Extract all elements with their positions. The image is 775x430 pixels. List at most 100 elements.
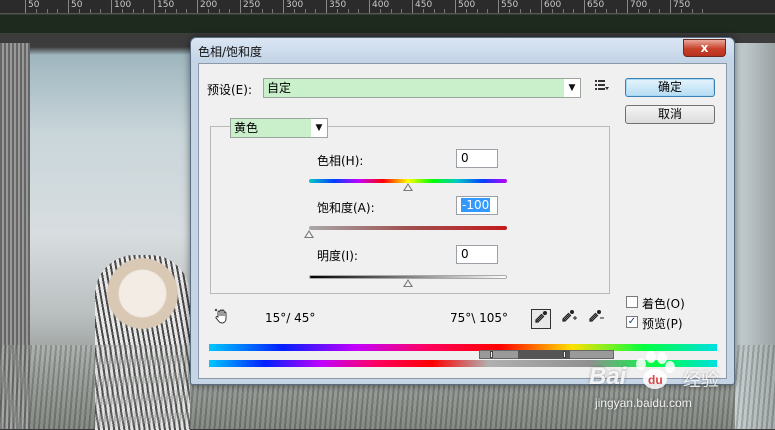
preview-checkbox[interactable]: ✓	[626, 316, 638, 328]
ruler-minor-tick	[487, 9, 488, 13]
hue-value: 0	[461, 151, 469, 165]
ruler-minor-tick	[57, 9, 58, 13]
range-handle-right-inner[interactable]	[563, 351, 566, 358]
lightness-slider-thumb[interactable]	[403, 279, 413, 287]
ruler-minor-tick	[122, 9, 123, 13]
ruler-minor-tick	[272, 9, 273, 13]
ruler-minor-tick	[358, 9, 359, 13]
ruler-minor-tick	[401, 9, 402, 13]
ruler-minor-tick	[208, 9, 209, 13]
ruler-minor-tick	[681, 9, 682, 13]
ruler-minor-tick	[251, 9, 252, 13]
watermark-brand-du: du	[648, 373, 663, 387]
ruler-minor-tick	[477, 9, 478, 13]
hue-slider-thumb[interactable]	[403, 183, 413, 191]
ruler-minor-tick	[466, 9, 467, 13]
eyedropper-icon[interactable]	[531, 309, 551, 329]
range-handle-left-outer[interactable]	[490, 351, 493, 358]
ruler-minor-tick	[315, 9, 316, 13]
ruler-minor-tick	[444, 9, 445, 13]
saturation-slider-thumb[interactable]	[304, 230, 314, 238]
saturation-label: 饱和度(A):	[317, 201, 375, 215]
ruler-minor-tick	[552, 9, 553, 13]
ruler-minor-tick	[638, 9, 639, 13]
ruler-tick-label: 50	[68, 0, 82, 13]
ruler-minor-tick	[391, 9, 392, 13]
ruler: 50 50 100 150 200 250 300 350 400 450 500 550 600 650…	[0, 0, 775, 14]
watermark-suffix: 经验	[683, 370, 719, 391]
dialog-body: 预设(E): 自定 ▼ 确定 取消 黄色 ▼ 色相(H): 0 饱和度(A): …	[198, 63, 727, 379]
lightness-label: 明度(I):	[317, 249, 358, 263]
ruler-minor-tick	[563, 9, 564, 13]
ruler-minor-tick	[348, 9, 349, 13]
channel-value: 黄色	[234, 121, 259, 135]
close-icon: x	[700, 41, 709, 55]
ruler-minor-tick	[143, 9, 144, 13]
dialog-title: 色相/饱和度	[198, 45, 263, 59]
watermark-url: jingyan.baidu.com	[595, 396, 692, 410]
ruler-minor-tick	[305, 9, 306, 13]
range-left-label: 15°/ 45°	[265, 311, 316, 325]
ruler-minor-tick	[229, 9, 230, 13]
lightness-value: 0	[461, 247, 469, 261]
ruler-minor-tick	[423, 9, 424, 13]
colorize-label: 着色(O)	[642, 297, 685, 311]
saturation-value: -100	[461, 198, 491, 212]
ruler-minor-tick	[649, 9, 650, 13]
lightness-input[interactable]: 0	[456, 245, 498, 264]
ruler-minor-tick	[262, 9, 263, 13]
ruler-minor-tick	[47, 9, 48, 13]
ruler-minor-tick	[133, 9, 134, 13]
saturation-input[interactable]: -100	[456, 196, 498, 215]
ruler-minor-tick	[616, 9, 617, 13]
dialog-titlebar[interactable]: 色相/饱和度 x	[191, 38, 734, 62]
close-button[interactable]: x	[683, 39, 726, 57]
ruler-minor-tick	[573, 9, 574, 13]
ruler-minor-tick	[380, 9, 381, 13]
ruler-minor-tick	[520, 9, 521, 13]
ruler-minor-tick	[692, 9, 693, 13]
ok-button[interactable]: 确定	[625, 78, 715, 97]
saturation-slider-track[interactable]	[309, 226, 507, 230]
ruler-minor-tick	[176, 9, 177, 13]
eyedropper-add-icon[interactable]	[559, 309, 579, 329]
ruler-minor-tick	[294, 9, 295, 13]
hue-input[interactable]: 0	[456, 149, 498, 168]
ruler-minor-tick	[36, 9, 37, 13]
ruler-minor-tick	[337, 9, 338, 13]
ruler-minor-tick	[90, 9, 91, 13]
cancel-button[interactable]: 取消	[625, 105, 715, 124]
list-options-icon[interactable]	[592, 78, 612, 98]
ruler-minor-tick	[434, 9, 435, 13]
preset-value: 自定	[267, 81, 292, 95]
colorize-checkbox[interactable]	[626, 296, 638, 308]
ruler-minor-tick	[595, 9, 596, 13]
preview-label: 预览(P)	[642, 317, 683, 331]
hue-saturation-dialog: 色相/饱和度 x 预设(E): 自定 ▼ 确定 取消 黄色 ▼ 色相(H): 0…	[190, 37, 735, 385]
adjustment-group	[210, 126, 610, 294]
ruler-tick-label: 50	[25, 0, 39, 13]
ruler-minor-tick	[79, 9, 80, 13]
ruler-minor-tick	[606, 9, 607, 13]
ruler-minor-tick	[219, 9, 220, 13]
preset-label: 预设(E):	[207, 83, 252, 97]
hand-adjust-icon[interactable]	[212, 308, 232, 328]
ruler-minor-tick	[530, 9, 531, 13]
chevron-down-icon: ▼	[564, 79, 580, 97]
watermark-brand: Bai	[589, 363, 627, 390]
preset-select[interactable]: 自定 ▼	[263, 78, 581, 98]
eyedropper-subtract-icon[interactable]	[586, 309, 606, 329]
preview-check-mark: ✓	[627, 316, 637, 327]
ruler-minor-tick	[100, 9, 101, 13]
ruler-minor-tick	[659, 9, 660, 13]
ruler-minor-tick	[186, 9, 187, 13]
ruler-minor-tick	[702, 9, 703, 13]
baidu-watermark: Bai du 经验 jingyan.baidu.com	[575, 345, 775, 429]
range-right-label: 75°\ 105°	[450, 311, 509, 325]
paw-icon: du	[636, 351, 675, 389]
channel-select[interactable]: 黄色 ▼	[230, 118, 328, 138]
chevron-down-icon: ▼	[311, 119, 327, 137]
hue-label: 色相(H):	[317, 154, 364, 168]
ruler-minor-tick	[165, 9, 166, 13]
ruler-minor-tick	[509, 9, 510, 13]
